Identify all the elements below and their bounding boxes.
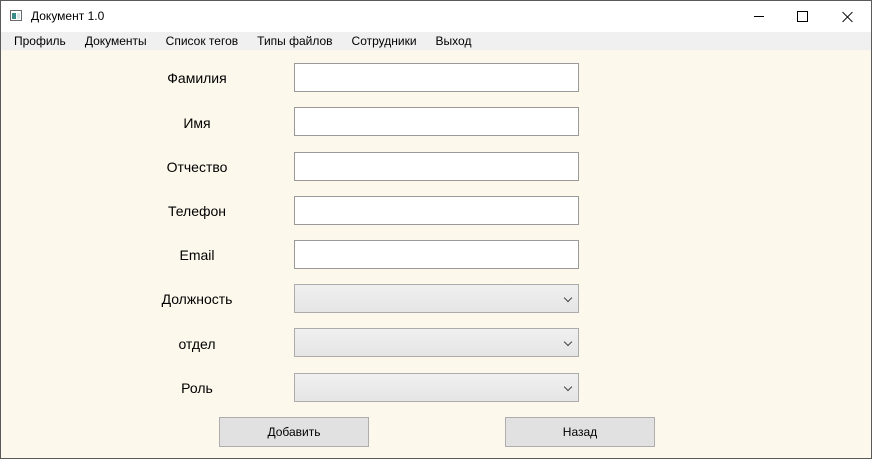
chevron-down-icon: [563, 337, 573, 347]
menu-item-documents[interactable]: Документы: [75, 32, 156, 50]
menu-item-tag-list[interactable]: Список тегов: [156, 32, 247, 50]
position-select[interactable]: [294, 284, 579, 313]
last-name-input[interactable]: [294, 63, 579, 92]
phone-label: Телефон: [167, 203, 227, 219]
role-label: Роль: [181, 380, 213, 396]
menu-item-file-types[interactable]: Типы файлов: [247, 32, 341, 50]
back-button[interactable]: Назад: [505, 417, 655, 447]
first-name-label: Имя: [183, 115, 211, 131]
position-label: Должность: [161, 291, 233, 307]
maximize-icon: [796, 11, 808, 22]
app-window-icon: [10, 10, 22, 21]
middle-name-label: Отчество: [166, 159, 228, 175]
minimize-icon: [754, 16, 764, 17]
last-name-label: Фамилия: [167, 70, 227, 86]
menu-bar: Профиль Документы Список тегов Типы файл…: [1, 32, 871, 50]
menu-item-employees[interactable]: Сотрудники: [342, 32, 426, 50]
chevron-down-icon: [563, 382, 573, 392]
department-select[interactable]: [294, 328, 579, 357]
add-button[interactable]: Добавить: [219, 417, 369, 447]
chevron-down-icon: [563, 293, 573, 303]
phone-input[interactable]: [294, 196, 579, 225]
close-icon: [842, 11, 854, 23]
first-name-input[interactable]: [294, 107, 579, 136]
title-bar[interactable]: Документ 1.0: [1, 1, 871, 32]
department-label: отдел: [178, 336, 216, 352]
minimize-button[interactable]: [736, 1, 782, 32]
menu-item-profile[interactable]: Профиль: [1, 32, 75, 50]
maximize-button[interactable]: [779, 1, 825, 32]
middle-name-input[interactable]: [294, 152, 579, 181]
window-title: Документ 1.0: [31, 9, 105, 23]
role-select[interactable]: [294, 373, 579, 402]
email-label: Email: [179, 247, 215, 263]
app-window: Документ 1.0 Профиль Документы Список те…: [0, 0, 872, 459]
close-button[interactable]: [825, 1, 871, 32]
email-input[interactable]: [294, 240, 579, 269]
menu-item-exit[interactable]: Выход: [426, 32, 481, 50]
